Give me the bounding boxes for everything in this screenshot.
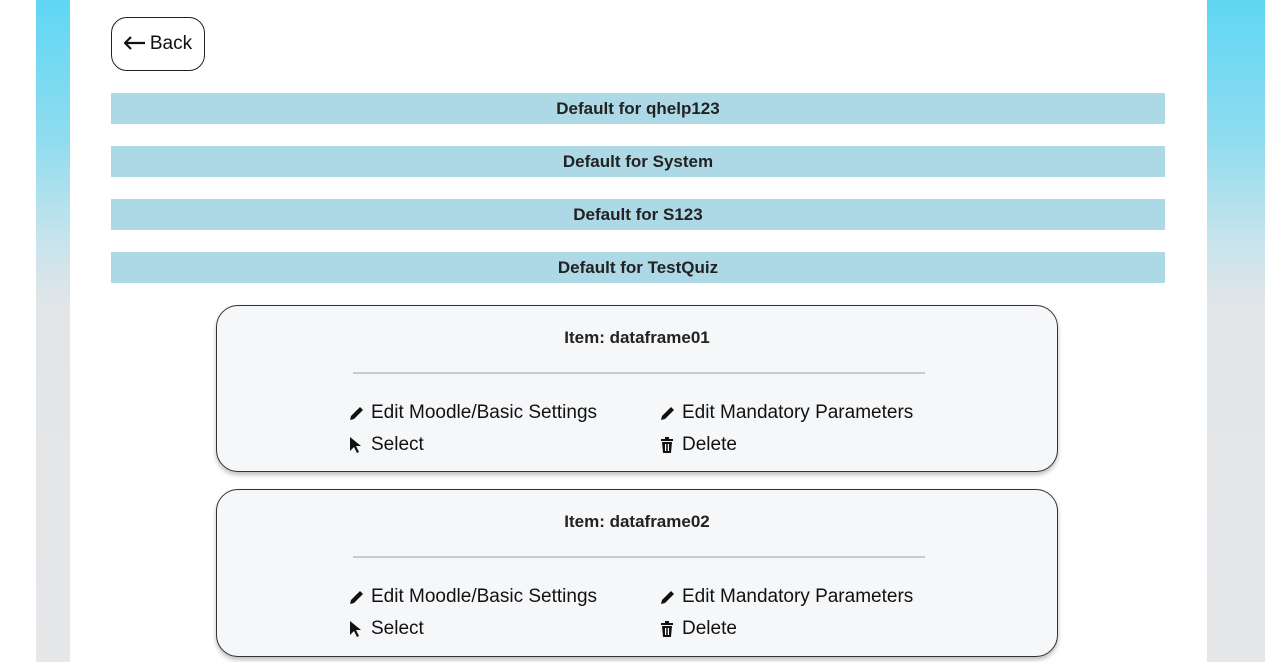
edit-basic-settings-button[interactable]: Edit Moodle/Basic Settings <box>347 402 597 424</box>
select-button[interactable]: Select <box>347 434 424 456</box>
pencil-icon <box>347 404 365 422</box>
back-button[interactable]: Back <box>111 17 205 71</box>
category-system[interactable]: Default for System <box>111 146 1165 177</box>
pencil-icon <box>658 404 676 422</box>
right-margin <box>1265 0 1275 662</box>
mouse-pointer-icon <box>347 436 365 454</box>
left-background-strip <box>36 8 70 662</box>
select-label: Select <box>371 618 424 639</box>
edit-basic-settings-button[interactable]: Edit Moodle/Basic Settings <box>347 586 597 608</box>
pencil-icon <box>347 588 365 606</box>
delete-label: Delete <box>682 618 737 639</box>
edit-basic-settings-label: Edit Moodle/Basic Settings <box>371 402 598 423</box>
card-divider <box>353 372 925 374</box>
category-label: Default for System <box>562 151 714 171</box>
select-label: Select <box>371 434 424 455</box>
item-title: Item: dataframe02 <box>564 512 710 531</box>
edit-basic-settings-label: Edit Moodle/Basic Settings <box>371 586 598 607</box>
card-divider <box>353 556 925 558</box>
mouse-pointer-icon <box>347 620 365 638</box>
category-qhelp123[interactable]: Default for qhelp123 <box>111 93 1165 124</box>
left-margin <box>0 0 36 662</box>
arrow-left-icon <box>123 33 146 56</box>
category-testquiz[interactable]: Default for TestQuiz <box>111 252 1165 283</box>
item-title: Item: dataframe01 <box>564 328 710 347</box>
category-label: Default for S123 <box>573 204 703 224</box>
trash-icon <box>658 436 676 454</box>
item-card-dataframe01: Item: dataframe01 Edit Moodle/Basic Sett… <box>216 305 1058 472</box>
right-background-strip <box>1207 8 1265 662</box>
category-label: Default for TestQuiz <box>557 257 719 277</box>
select-button[interactable]: Select <box>347 618 424 640</box>
trash-icon <box>658 620 676 638</box>
category-s123[interactable]: Default for S123 <box>111 199 1165 230</box>
back-button-label: Back <box>149 33 193 54</box>
edit-mandatory-parameters-label: Edit Mandatory Parameters <box>682 402 914 423</box>
delete-label: Delete <box>682 434 737 455</box>
edit-mandatory-parameters-label: Edit Mandatory Parameters <box>682 586 914 607</box>
edit-mandatory-parameters-button[interactable]: Edit Mandatory Parameters <box>658 402 913 424</box>
edit-mandatory-parameters-button[interactable]: Edit Mandatory Parameters <box>658 586 913 608</box>
delete-button[interactable]: Delete <box>658 618 737 640</box>
delete-button[interactable]: Delete <box>658 434 737 456</box>
category-label: Default for qhelp123 <box>556 98 720 118</box>
item-card-dataframe02: Item: dataframe02 Edit Moodle/Basic Sett… <box>216 489 1058 657</box>
pencil-icon <box>658 588 676 606</box>
main-panel: Back Default for qhelp123 Default for Sy… <box>70 0 1207 662</box>
